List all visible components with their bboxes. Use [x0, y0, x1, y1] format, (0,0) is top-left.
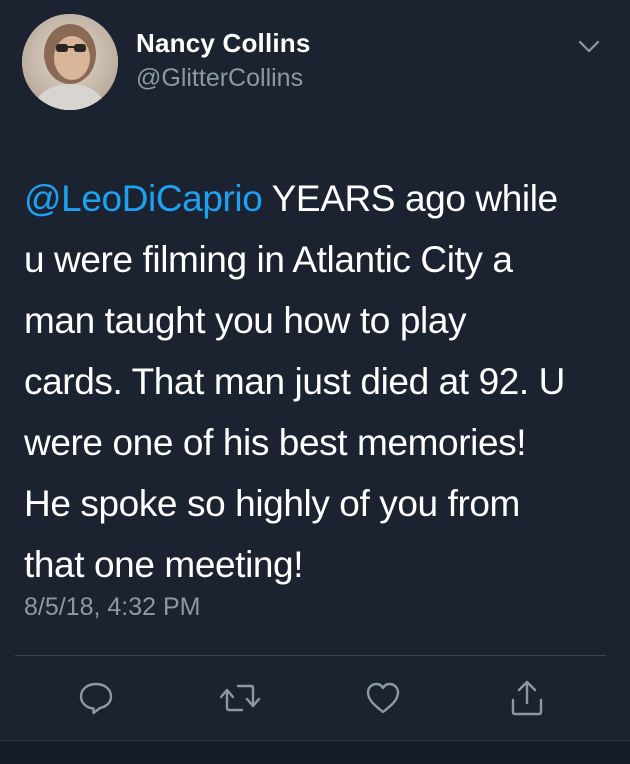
reply-icon	[76, 678, 116, 723]
display-name[interactable]: Nancy Collins	[136, 28, 311, 59]
chevron-down-icon[interactable]	[572, 34, 606, 58]
mention-link[interactable]: @LeoDiCaprio	[24, 178, 263, 219]
tweet-line: were one of his best memories!	[24, 422, 527, 463]
like-icon	[363, 678, 403, 723]
user-handle[interactable]: @GlitterCollins	[136, 64, 303, 93]
divider	[15, 655, 606, 656]
share-button[interactable]	[499, 672, 555, 728]
tweet-line: u were filming in Atlantic City a	[24, 239, 513, 280]
like-button[interactable]	[355, 672, 411, 728]
retweet-icon	[218, 678, 262, 723]
tweet-card: Nancy Collins @GlitterCollins @LeoDiCapr…	[0, 0, 630, 740]
tweet-line: @LeoDiCaprio YEARS ago while	[24, 168, 614, 229]
share-icon	[507, 678, 547, 723]
tweet-text: @LeoDiCaprio YEARS ago while u were film…	[24, 168, 614, 595]
tweet-line: man taught you how to play	[24, 300, 467, 341]
bottom-bar	[0, 740, 630, 764]
tweet-timestamp: 8/5/18, 4:32 PM	[24, 593, 201, 621]
retweet-button[interactable]	[212, 672, 268, 728]
tweet-line-text: YEARS ago while	[262, 178, 558, 219]
tweet-line: cards. That man just died at 92. U	[24, 361, 566, 402]
reply-button[interactable]	[68, 672, 124, 728]
action-bar	[0, 672, 630, 728]
tweet-line: that one meeting!	[24, 544, 304, 585]
tweet-line: He spoke so highly of you from	[24, 483, 520, 524]
avatar[interactable]	[22, 14, 118, 110]
avatar-photo	[22, 14, 118, 110]
